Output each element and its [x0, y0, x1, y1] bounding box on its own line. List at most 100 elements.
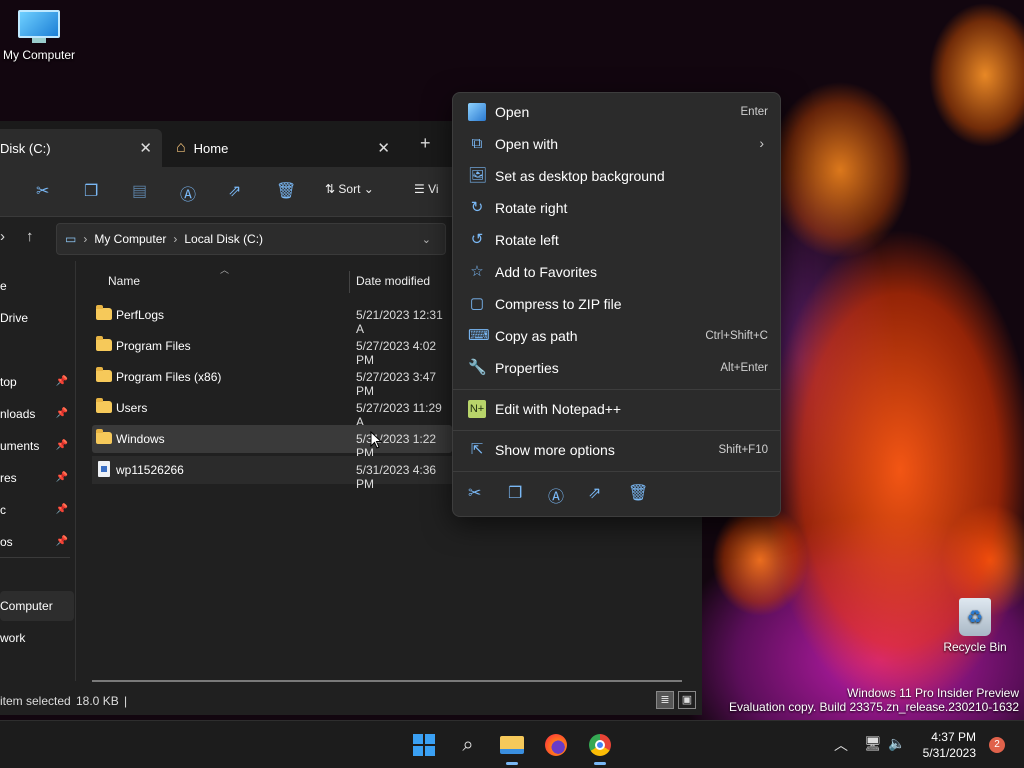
cut-icon[interactable]: ✂ — [468, 483, 481, 503]
menu-item-open-with[interactable]: ⧉ Open with › — [457, 130, 776, 160]
sidebar-item-documents[interactable]: uments 📌 — [0, 431, 74, 461]
image-icon — [468, 103, 486, 121]
menu-item-properties[interactable]: 🔧 Properties Alt+Enter — [457, 354, 776, 384]
desktop-icon-recycle-bin[interactable]: ♻ Recycle Bin — [940, 598, 1010, 654]
system-clock[interactable]: 4:37 PM 5/31/2023 — [923, 729, 976, 761]
sidebar-item-desktop[interactable]: top 📌 — [0, 367, 74, 397]
column-header-date-modified[interactable]: Date modified — [356, 261, 430, 293]
pin-icon: 📌 — [55, 504, 68, 515]
sort-icon: ⇅ — [325, 182, 336, 196]
sidebar-item-music[interactable]: c 📌 — [0, 495, 74, 525]
notification-badge[interactable]: 2 — [989, 737, 1005, 753]
chevron-down-icon[interactable]: ⌄ — [422, 233, 431, 246]
wallpaper-icon: 🖼 — [468, 167, 488, 184]
table-row[interactable]: Program Files 5/27/2023 4:02 PM — [92, 332, 452, 367]
sort-button[interactable]: ⇅ Sort ⌄ — [325, 182, 374, 196]
pin-icon: 📌 — [55, 536, 68, 547]
desktop-icon-label: My Computer — [2, 48, 76, 62]
table-row[interactable]: Users 5/27/2023 11:29 A — [92, 394, 452, 429]
address-bar[interactable]: ▭ › My Computer › Local Disk (C:) ⌄ — [56, 223, 446, 255]
chevron-up-icon[interactable]: ︿ — [834, 735, 848, 755]
sidebar-item-videos[interactable]: os 📌 — [0, 527, 74, 557]
context-menu: Open Enter ⧉ Open with › 🖼 Set as deskto… — [452, 92, 781, 517]
details-view-icon[interactable]: ≣ — [656, 691, 674, 709]
column-header-name[interactable]: Name — [108, 261, 140, 293]
cut-icon[interactable]: ✂ — [36, 181, 49, 201]
tiles-view-icon[interactable]: ▣ — [678, 691, 696, 709]
close-icon[interactable]: ✕ — [377, 139, 390, 157]
search-icon[interactable]: ⌕ — [452, 729, 484, 761]
zip-icon: ▢ — [469, 295, 485, 312]
table-row[interactable]: wp11526266 5/31/2023 4:36 PM — [92, 456, 452, 491]
notepad-plus-icon: N+ — [468, 400, 486, 418]
copy-path-icon: ⌨ — [468, 327, 490, 344]
rotate-left-icon: ↺ — [470, 231, 484, 248]
sidebar-item-network[interactable]: work — [0, 623, 74, 653]
copy-icon[interactable]: ❐ — [84, 181, 98, 201]
chrome-icon[interactable] — [584, 729, 616, 765]
sidebar-item-onedrive[interactable]: Drive — [0, 303, 74, 333]
menu-item-open[interactable]: Open Enter — [457, 98, 776, 128]
folder-icon — [96, 398, 112, 413]
menu-item-copy-as-path[interactable]: ⌨ Copy as path Ctrl+Shift+C — [457, 322, 776, 352]
file-explorer-taskbar-icon[interactable] — [496, 729, 528, 765]
monitor-icon — [18, 10, 60, 44]
mouse-cursor-icon — [370, 431, 382, 449]
delete-icon[interactable]: 🗑 — [628, 483, 648, 503]
tab-local-disk[interactable]: Disk (C:) ✕ — [0, 129, 162, 167]
pin-icon: 📌 — [55, 408, 68, 419]
view-button[interactable]: ☰ Vi — [414, 182, 439, 196]
menu-item-rotate-right[interactable]: ↻ Rotate right — [457, 194, 776, 224]
sort-ascending-icon: ︿ — [220, 265, 230, 275]
horizontal-scrollbar[interactable] — [92, 680, 682, 682]
up-arrow-icon[interactable]: ↑ — [26, 228, 34, 245]
image-file-icon — [98, 461, 110, 477]
table-row[interactable]: PerfLogs 5/21/2023 12:31 A — [92, 301, 452, 336]
breadcrumb-local-disk[interactable]: Local Disk (C:) — [184, 232, 263, 246]
volume-icon[interactable]: 🔈 — [888, 735, 905, 752]
sidebar-item-pictures[interactable]: res 📌 — [0, 463, 74, 493]
menu-item-rotate-left[interactable]: ↺ Rotate left — [457, 226, 776, 256]
sidebar-item-home[interactable]: e — [0, 271, 74, 301]
share-icon[interactable]: ⇗ — [228, 181, 241, 201]
tab-label: Disk (C:) — [0, 140, 51, 156]
breadcrumb-my-computer[interactable]: My Computer — [94, 232, 166, 246]
start-button[interactable] — [408, 729, 440, 761]
new-tab-icon[interactable]: + — [420, 133, 431, 154]
table-row[interactable]: Windows 5/31/2023 1:22 PM — [92, 425, 452, 460]
chevron-icon[interactable]: › — [0, 228, 5, 245]
sidebar-item-downloads[interactable]: nloads 📌 — [0, 399, 74, 429]
selection-size: 18.0 KB — [76, 694, 119, 708]
copy-icon[interactable]: ❐ — [508, 483, 522, 503]
folder-icon — [96, 336, 112, 351]
network-icon[interactable]: 🖥 — [864, 735, 882, 752]
menu-item-show-more-options[interactable]: ⇱ Show more options Shift+F10 — [457, 436, 776, 466]
tab-home[interactable]: ⌂ Home ✕ — [170, 129, 400, 167]
delete-icon[interactable]: 🗑 — [276, 181, 296, 201]
rename-icon[interactable]: Ⓐ — [180, 181, 196, 205]
menu-item-edit-notepad-plus[interactable]: N+ Edit with Notepad++ — [457, 395, 776, 425]
windows-logo-icon — [413, 734, 435, 756]
menu-item-compress-zip[interactable]: ▢ Compress to ZIP file — [457, 290, 776, 320]
desktop-icon-my-computer[interactable]: My Computer — [0, 10, 78, 62]
sidebar-item-my-computer[interactable]: Computer — [0, 591, 74, 621]
firefox-icon[interactable] — [540, 729, 572, 761]
computer-icon: ▭ — [65, 232, 77, 246]
pin-icon: 📌 — [55, 376, 68, 387]
folder-icon — [96, 429, 112, 444]
share-icon[interactable]: ⇗ — [588, 483, 601, 503]
rotate-right-icon: ↻ — [470, 199, 484, 216]
status-bar: item selected 18.0 KB | ≣ ▣ — [0, 691, 702, 715]
rename-icon[interactable]: Ⓐ — [548, 483, 564, 507]
folder-icon — [96, 305, 112, 320]
pin-icon: 📌 — [55, 472, 68, 483]
more-options-icon: ⇱ — [470, 441, 484, 458]
chevron-right-icon: › — [759, 135, 764, 151]
folder-icon — [96, 367, 112, 382]
close-icon[interactable]: ✕ — [139, 139, 152, 157]
menu-item-add-to-favorites[interactable]: ☆ Add to Favorites — [457, 258, 776, 288]
table-row[interactable]: Program Files (x86) 5/27/2023 3:47 PM — [92, 363, 452, 398]
menu-item-set-desktop-background[interactable]: 🖼 Set as desktop background — [457, 162, 776, 192]
taskbar: ⌕ ︿ 🖥 🔈 4:37 PM 5/31/2023 2 — [0, 720, 1024, 768]
paste-icon[interactable]: ▤ — [132, 181, 147, 201]
